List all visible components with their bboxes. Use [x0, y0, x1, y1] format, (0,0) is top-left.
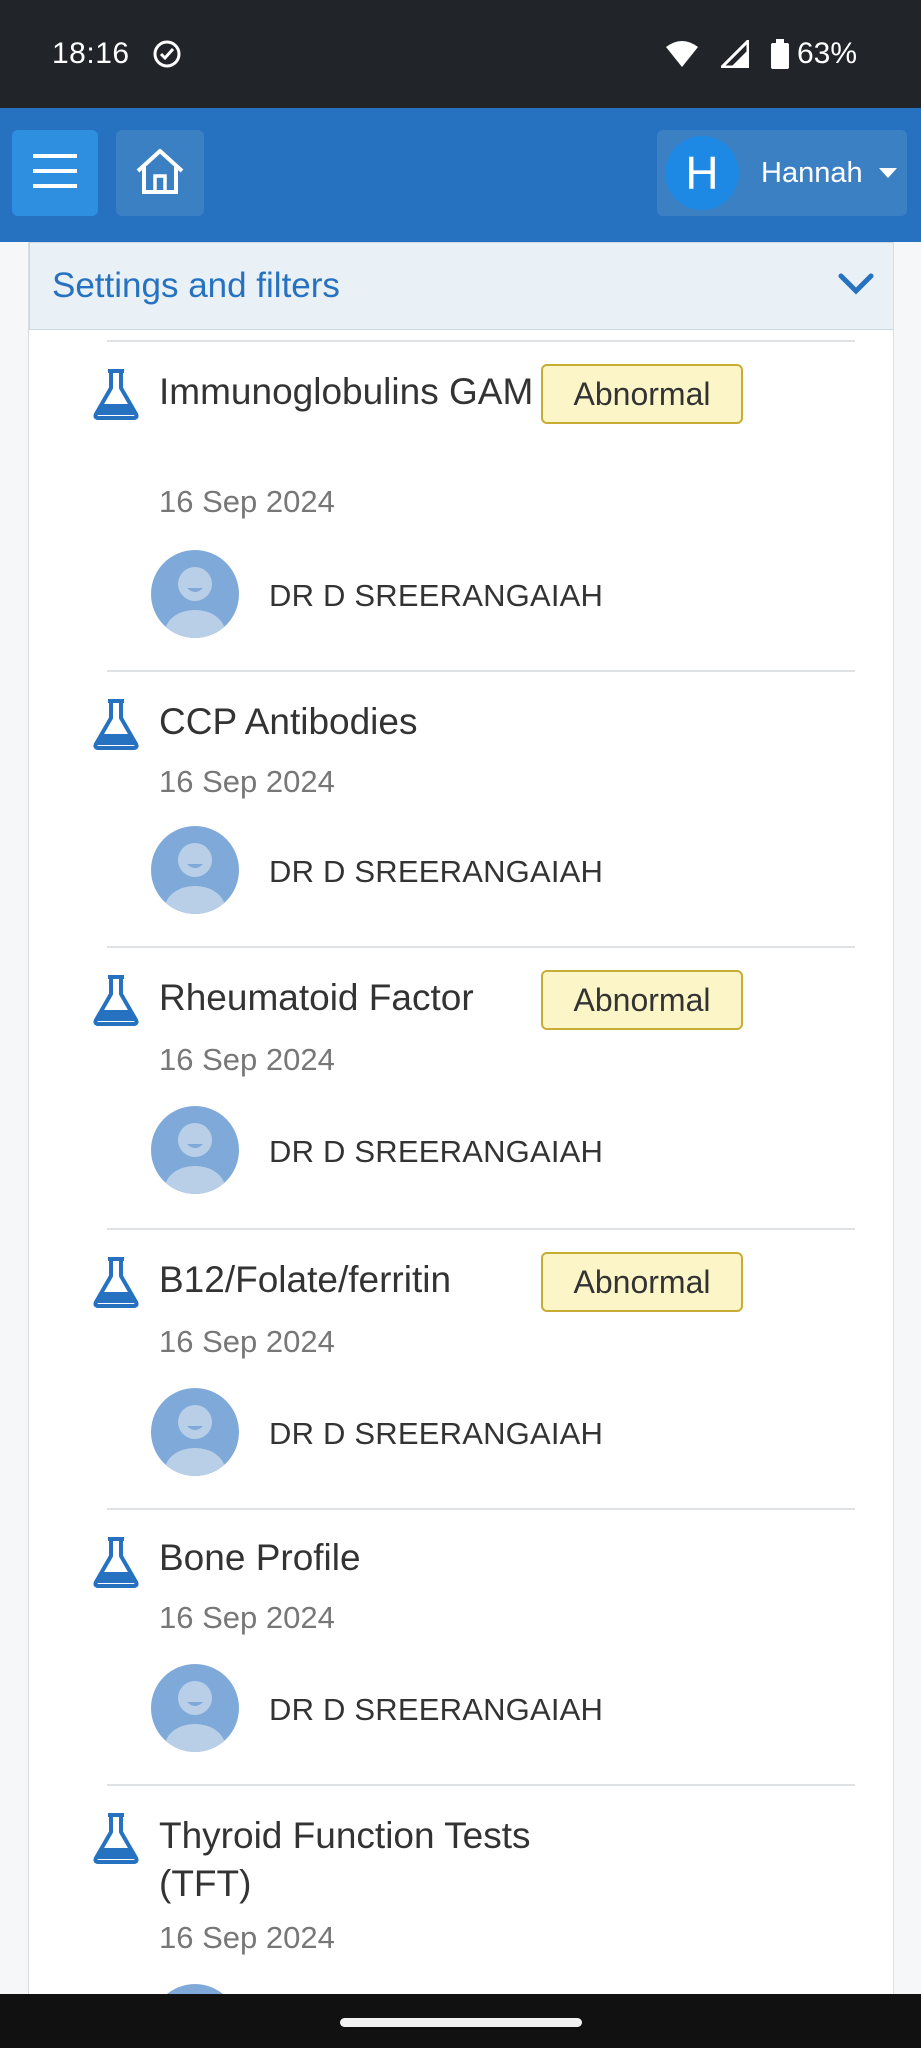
- home-icon: [134, 147, 186, 200]
- test-name: Bone Profile: [159, 1537, 361, 1578]
- flask-icon: [91, 974, 141, 1026]
- flask-icon: [91, 698, 141, 750]
- divider: [107, 340, 855, 342]
- battery-icon: [770, 39, 789, 69]
- result-item-rheumatoid-factor[interactable]: Rheumatoid Factor Abnormal 16 Sep 2024 D…: [29, 946, 893, 1228]
- divider: [107, 1784, 855, 1786]
- divider: [107, 1508, 855, 1510]
- test-name: B12/Folate/ferritin: [159, 1259, 452, 1300]
- test-date: 16 Sep 2024: [159, 764, 335, 799]
- divider: [107, 1228, 855, 1230]
- test-date: 16 Sep 2024: [159, 1324, 335, 1359]
- test-date: 16 Sep 2024: [159, 484, 335, 519]
- test-name: Immunoglobulins GAM: [159, 371, 534, 412]
- flask-icon: [91, 1536, 141, 1588]
- settings-title: Settings and filters: [52, 266, 340, 305]
- status-bar: 18:16 63%: [0, 0, 921, 108]
- abnormal-badge: Abnormal: [541, 1252, 743, 1312]
- result-item-thyroid-function[interactable]: Thyroid Function Tests (TFT) 16 Sep 2024: [29, 1784, 893, 1994]
- home-gesture-handle[interactable]: [340, 2018, 582, 2027]
- result-item-immunoglobulins[interactable]: Immunoglobulins GAM Abnormal 16 Sep 2024…: [29, 340, 893, 670]
- abnormal-badge: Abnormal: [541, 364, 743, 424]
- doctor-name: DR D SREERANGAIAH: [269, 578, 604, 613]
- signal-icon: [720, 40, 749, 68]
- hamburger-icon: [33, 152, 77, 195]
- doctor-name: DR D SREERANGAIAH: [269, 1692, 604, 1727]
- chevron-down-icon: [838, 273, 874, 300]
- test-date: 16 Sep 2024: [159, 1920, 335, 1955]
- doctor-name: DR D SREERANGAIAH: [269, 1134, 604, 1169]
- test-name: CCP Antibodies: [159, 701, 418, 742]
- doctor-avatar: [151, 1106, 239, 1194]
- flask-icon: [91, 1256, 141, 1308]
- result-item-ccp-antibodies[interactable]: CCP Antibodies 16 Sep 2024 DR D SREERANG…: [29, 670, 893, 946]
- doctor-avatar: [151, 550, 239, 638]
- battery-level: 63%: [796, 37, 857, 70]
- user-menu-button[interactable]: H Hannah: [657, 130, 907, 216]
- test-date: 16 Sep 2024: [159, 1042, 335, 1077]
- results-card: Settings and filters Immunoglobulins GAM…: [28, 242, 894, 1994]
- user-name: Hannah: [761, 156, 863, 189]
- doctor-avatar: [151, 1664, 239, 1752]
- test-name: Rheumatoid Factor: [159, 977, 474, 1018]
- flask-icon: [91, 368, 141, 420]
- doctor-name: DR D SREERANGAIAH: [269, 1416, 604, 1451]
- home-button[interactable]: [116, 130, 204, 216]
- menu-button[interactable]: [12, 130, 98, 216]
- check-circle-icon: [152, 39, 182, 69]
- abnormal-badge: Abnormal: [541, 970, 743, 1030]
- test-name: Thyroid Function Tests (TFT): [159, 1815, 531, 1904]
- doctor-avatar: [151, 1984, 239, 1994]
- result-item-bone-profile[interactable]: Bone Profile 16 Sep 2024 DR D SREERANGAI…: [29, 1508, 893, 1784]
- divider: [107, 670, 855, 672]
- settings-filters-toggle[interactable]: Settings and filters: [29, 242, 893, 330]
- result-item-b12-folate-ferritin[interactable]: B12/Folate/ferritin Abnormal 16 Sep 2024…: [29, 1228, 893, 1508]
- doctor-name: DR D SREERANGAIAH: [269, 854, 604, 889]
- test-date: 16 Sep 2024: [159, 1600, 335, 1635]
- app-header: H Hannah: [0, 108, 921, 242]
- doctor-avatar: [151, 826, 239, 914]
- system-nav-bar: [0, 1994, 921, 2048]
- flask-icon: [91, 1812, 141, 1864]
- caret-down-icon: [878, 168, 897, 178]
- user-avatar: H: [665, 136, 739, 210]
- status-time: 18:16: [52, 37, 130, 70]
- wifi-icon: [665, 40, 699, 68]
- doctor-avatar: [151, 1388, 239, 1476]
- divider: [107, 946, 855, 948]
